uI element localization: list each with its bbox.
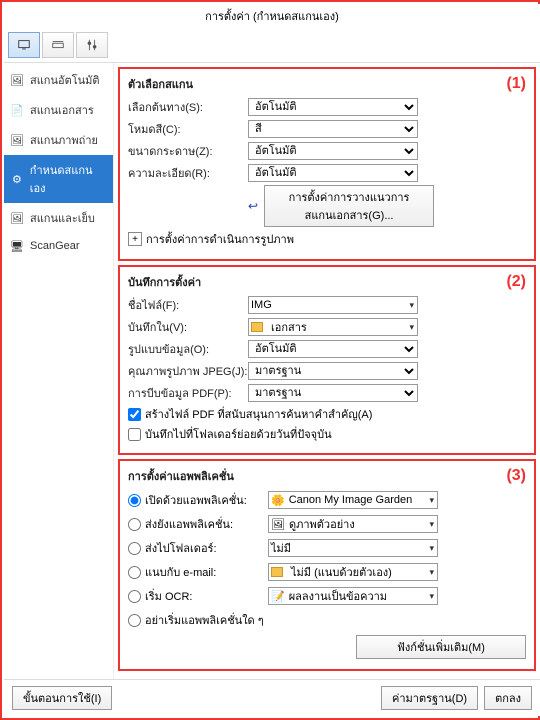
sidebar-item-custom[interactable]: ⚙ กำหนดสแกนเอง (4, 155, 113, 203)
section-save-settings: (2) บันทึกการตั้งค่า ชื่อไฟล์(F):IMG บัน… (118, 265, 536, 455)
source-label: เลือกต้นทาง(S): (128, 98, 248, 116)
savein-label: บันทึกใน(V): (128, 318, 248, 336)
jpeg-select[interactable]: มาตรฐาน (248, 362, 418, 380)
window-title: การตั้งค่า (กำหนดสแกนเอง) (4, 4, 540, 28)
sidebar-item-scangear[interactable]: 🖥 ScanGear (4, 233, 113, 259)
resolution-select[interactable]: อัตโนมัติ (248, 164, 418, 182)
custom-icon: ⚙ (10, 172, 24, 186)
subfolder-date-checkbox[interactable] (128, 428, 141, 441)
send-to-folder-combo[interactable]: ไม่มี (268, 539, 438, 557)
tab-general-settings[interactable] (76, 32, 108, 58)
ok-button[interactable]: ตกลง (484, 686, 532, 710)
open-with-radio[interactable] (128, 494, 141, 507)
folder-icon (251, 322, 263, 332)
source-select[interactable]: อัตโนมัติ (248, 98, 418, 116)
papersize-label: ขนาดกระดาษ(Z): (128, 142, 248, 160)
papersize-select[interactable]: อัตโนมัติ (248, 142, 418, 160)
settings-dialog: การตั้งค่า (กำหนดสแกนเอง) 🖼 สแกนอัตโนมัติ… (4, 4, 540, 716)
sidebar: 🖼สแกนอัตโนมัติ 📄สแกนเอกสาร 🖼สแกนภาพถ่าย … (4, 63, 114, 679)
pdf-keyword-checkbox[interactable] (128, 408, 141, 421)
attach-email-combo[interactable]: ไม่มี (แนบด้วยตัวเอง) (268, 563, 438, 581)
sidebar-item-document[interactable]: 📄 สแกนเอกสาร (4, 95, 113, 125)
send-to-folder-radio[interactable] (128, 542, 141, 555)
sidebar-item-label: กำหนดสแกนเอง (30, 161, 107, 197)
sliders-icon (85, 38, 99, 52)
start-ocr-combo[interactable]: 📝ผลลงานเป็นข้อความ (268, 587, 438, 605)
more-functions-button[interactable]: ฟังก์ชั่นเพิ่มเติม(M) (356, 635, 526, 659)
filename-combo[interactable]: IMG (248, 296, 418, 314)
main-panel: (1) ตัวเลือกสแกน เลือกต้นทาง(S):อัตโนมัต… (114, 63, 540, 679)
attach-email-label: แนบกับ e-mail: (145, 563, 216, 581)
resolution-label: ความละเอียด(R): (128, 164, 248, 182)
section-app-settings: (3) การตั้งค่าแอพพลิเคชั่น เปิดด้วยแอพพล… (118, 459, 536, 671)
tab-scan-from-panel[interactable] (42, 32, 74, 58)
expand-icon[interactable]: + (128, 232, 142, 246)
colormode-label: โหมดสี(C): (128, 120, 248, 138)
pdf-select[interactable]: มาตรฐาน (248, 384, 418, 402)
send-to-app-label: ส่งยังแอพพลิเคชั่น: (145, 515, 233, 533)
jpeg-label: คุณภาพรูปภาพ JPEG(J): (128, 362, 248, 380)
auto-icon: 🖼 (10, 73, 24, 87)
defaults-button[interactable]: ค่ามาตรฐาน(D) (381, 686, 478, 710)
no-app-label: อย่าเริ่มแอพพลิเคชั่นใด ๆ (145, 611, 264, 629)
filename-label: ชื่อไฟล์(F): (128, 296, 248, 314)
send-to-app-combo[interactable]: 🖼ดูภาพตัวอย่าง (268, 515, 438, 533)
monitor-icon (17, 38, 31, 52)
start-ocr-radio[interactable] (128, 590, 141, 603)
doc-scan-settings-button[interactable]: การตั้งค่าการวางแนวการสแกนเอกสาร(G)... (264, 185, 434, 227)
subfolder-date-label: บันทึกไปที่โฟลเดอร์ย่อยด้วยวันที่ปัจจุบั… (145, 425, 332, 443)
sidebar-item-label: สแกนภาพถ่าย (30, 131, 98, 149)
section-number: (2) (506, 273, 526, 291)
format-label: รูปแบบข้อมูล(O): (128, 340, 248, 358)
sidebar-item-label: สแกนและเย็บ (30, 209, 95, 227)
tab-scan-from-computer[interactable] (8, 32, 40, 58)
top-toolbar (4, 28, 540, 63)
pdf-keyword-label: สร้างไฟล์ PDF ที่สนับสนุนการค้นหาคำสำคัญ… (145, 405, 372, 423)
sidebar-item-stitch[interactable]: 🖼 สแกนและเย็บ (4, 203, 113, 233)
scanner-icon (51, 38, 65, 52)
scangear-icon: 🖥 (10, 239, 24, 253)
sidebar-item-label: ScanGear (30, 240, 80, 252)
app-icon: 🌼 (271, 494, 285, 507)
dialog-footer: ขั้นตอนการใช้(I) ค่ามาตรฐาน(D) ตกลง (4, 679, 540, 716)
image-processing-label: การตั้งค่าการดำเนินการรูปภาพ (146, 230, 294, 248)
no-app-radio[interactable] (128, 614, 141, 627)
start-ocr-label: เริ่ม OCR: (145, 587, 192, 605)
instructions-button[interactable]: ขั้นตอนการใช้(I) (12, 686, 112, 710)
section-scan-options: (1) ตัวเลือกสแกน เลือกต้นทาง(S):อัตโนมัต… (118, 67, 536, 261)
folder-icon (271, 567, 283, 577)
text-icon: 📝 (271, 590, 285, 603)
savein-combo[interactable]: เอกสาร (248, 318, 418, 336)
attach-email-radio[interactable] (128, 566, 141, 579)
document-icon: 📄 (10, 103, 24, 117)
open-with-label: เปิดด้วยแอพพลิเคชั่น: (145, 491, 247, 509)
photo-icon: 🖼 (10, 133, 24, 147)
open-with-combo[interactable]: 🌼Canon My Image Garden (268, 491, 438, 509)
format-select[interactable]: อัตโนมัติ (248, 340, 418, 358)
section-title: การตั้งค่าแอพพลิเคชั่น (128, 467, 526, 485)
stitch-icon: 🖼 (10, 211, 24, 225)
section-number: (3) (506, 467, 526, 485)
preview-icon: 🖼 (271, 518, 285, 531)
sidebar-item-auto[interactable]: 🖼 สแกนอัตโนมัติ (4, 65, 113, 95)
sidebar-item-label: สแกนเอกสาร (30, 101, 94, 119)
section-number: (1) (506, 75, 526, 93)
send-to-folder-label: ส่งไปโฟลเดอร์: (145, 539, 217, 557)
pdf-label: การบีบข้อมูล PDF(P): (128, 384, 248, 402)
colormode-select[interactable]: สี (248, 120, 418, 138)
section-title: บันทึกการตั้งค่า (128, 273, 526, 291)
sidebar-item-label: สแกนอัตโนมัติ (30, 71, 100, 89)
sidebar-item-photo[interactable]: 🖼 สแกนภาพถ่าย (4, 125, 113, 155)
link-icon: ↩ (248, 199, 258, 213)
send-to-app-radio[interactable] (128, 518, 141, 531)
section-title: ตัวเลือกสแกน (128, 75, 526, 93)
